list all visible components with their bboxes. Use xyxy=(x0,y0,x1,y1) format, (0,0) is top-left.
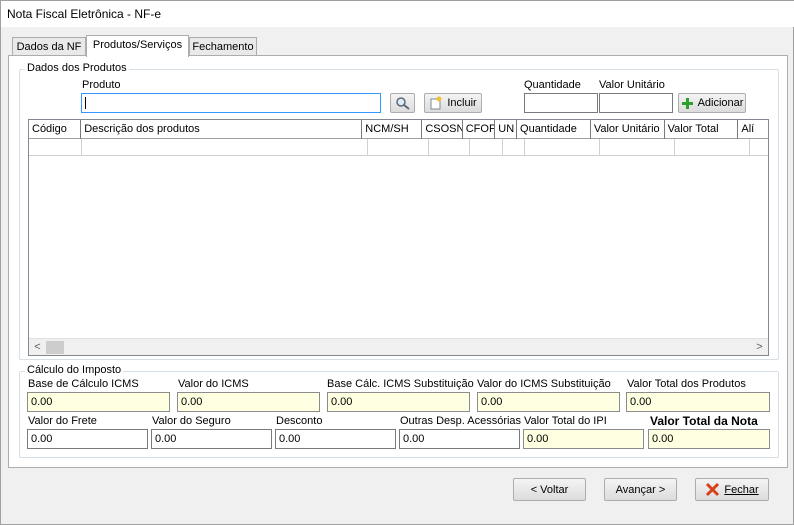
produto-input[interactable] xyxy=(81,93,381,113)
incluir-button[interactable]: Incluir xyxy=(424,93,482,113)
base-st-label: Base Cálc. ICMS Substituição xyxy=(327,378,474,390)
outras-label: Outras Desp. Acessórias xyxy=(400,415,522,427)
scroll-thumb[interactable] xyxy=(46,341,64,354)
base-icms-field[interactable]: 0.00 xyxy=(27,392,170,412)
outras-input[interactable]: 0.00 xyxy=(399,429,520,449)
grid-header: Código Descrição dos produtos NCM/SH CSO… xyxy=(29,120,768,139)
nfe-window: Nota Fiscal Eletrônica - NF-e Dados da N… xyxy=(0,0,794,525)
adicionar-button[interactable]: Adicionar xyxy=(678,93,746,113)
voltar-button[interactable]: < Voltar xyxy=(513,478,586,501)
valor-unitario-input[interactable] xyxy=(599,93,673,113)
window-title: Nota Fiscal Eletrônica - NF-e xyxy=(7,7,162,21)
scroll-left-icon[interactable]: < xyxy=(29,340,46,355)
col-header-valor-total[interactable]: Valor Total xyxy=(665,120,739,139)
ipi-field[interactable]: 0.00 xyxy=(523,429,644,449)
col-header-ncm[interactable]: NCM/SH xyxy=(362,120,423,139)
frete-input[interactable]: 0.00 xyxy=(27,429,148,449)
tab-produtos-servicos[interactable]: Produtos/Serviços xyxy=(86,35,189,57)
col-header-descricao[interactable]: Descrição dos produtos xyxy=(81,120,363,139)
valor-icms-label: Valor do ICMS xyxy=(178,378,249,390)
avancar-button[interactable]: Avançar > xyxy=(604,478,677,501)
col-header-quantidade[interactable]: Quantidade xyxy=(517,120,591,139)
valor-icms-field[interactable]: 0.00 xyxy=(177,392,320,412)
search-product-button[interactable] xyxy=(390,93,415,113)
add-icon xyxy=(681,97,693,109)
title-bar: Nota Fiscal Eletrônica - NF-e xyxy=(1,1,794,27)
col-header-valor-unitario[interactable]: Valor Unitário xyxy=(591,120,665,139)
seguro-input[interactable]: 0.00 xyxy=(151,429,272,449)
valor-st-label: Valor do ICMS Substituição xyxy=(477,378,611,390)
tab-fechamento[interactable]: Fechamento xyxy=(189,37,257,57)
text-cursor xyxy=(85,97,86,110)
close-icon xyxy=(706,482,720,497)
incluir-label: Incluir xyxy=(447,97,477,109)
horizontal-scrollbar[interactable]: < > xyxy=(29,338,768,355)
col-header-cfop[interactable]: CFOP xyxy=(463,120,496,139)
ipi-label: Valor Total do IPI xyxy=(524,415,607,427)
base-icms-label: Base de Cálculo ICMS xyxy=(28,378,139,390)
total-nota-field[interactable]: 0.00 xyxy=(648,429,770,449)
fechar-button[interactable]: Fechar xyxy=(695,478,769,501)
table-row[interactable] xyxy=(29,139,768,156)
adicionar-label: Adicionar xyxy=(697,97,744,109)
col-header-aliquota[interactable]: Alí xyxy=(738,120,768,139)
magnifier-icon xyxy=(395,97,410,110)
valor-unitario-label: Valor Unitário xyxy=(599,79,665,91)
col-header-csosn[interactable]: CSOSN xyxy=(422,120,463,139)
total-nota-label: Valor Total da Nota xyxy=(650,414,758,428)
seguro-label: Valor do Seguro xyxy=(152,415,231,427)
tab-dados-da-nf[interactable]: Dados da NF xyxy=(12,37,86,57)
fechar-label: Fechar xyxy=(724,483,759,496)
quantidade-input[interactable] xyxy=(524,93,598,113)
frete-label: Valor do Frete xyxy=(28,415,97,427)
total-produtos-field[interactable]: 0.00 xyxy=(626,392,770,412)
base-st-field[interactable]: 0.00 xyxy=(327,392,470,412)
scroll-right-icon[interactable]: > xyxy=(751,340,768,355)
avancar-label: Avançar > xyxy=(615,483,666,496)
col-header-un[interactable]: UN xyxy=(495,120,518,139)
voltar-label: < Voltar xyxy=(530,483,569,496)
quantidade-label: Quantidade xyxy=(524,79,581,91)
products-grid[interactable]: Código Descrição dos produtos NCM/SH CSO… xyxy=(28,119,769,356)
desconto-label: Desconto xyxy=(276,415,323,427)
total-produtos-label: Valor Total dos Produtos xyxy=(627,378,746,390)
valor-st-field[interactable]: 0.00 xyxy=(477,392,620,412)
produto-label: Produto xyxy=(82,79,121,91)
taxes-group-title: Cálculo do Imposto xyxy=(25,364,124,376)
products-group-title: Dados dos Produtos xyxy=(25,62,129,74)
desconto-input[interactable]: 0.00 xyxy=(275,429,396,449)
col-header-codigo[interactable]: Código xyxy=(29,120,82,139)
new-document-icon xyxy=(430,96,442,110)
